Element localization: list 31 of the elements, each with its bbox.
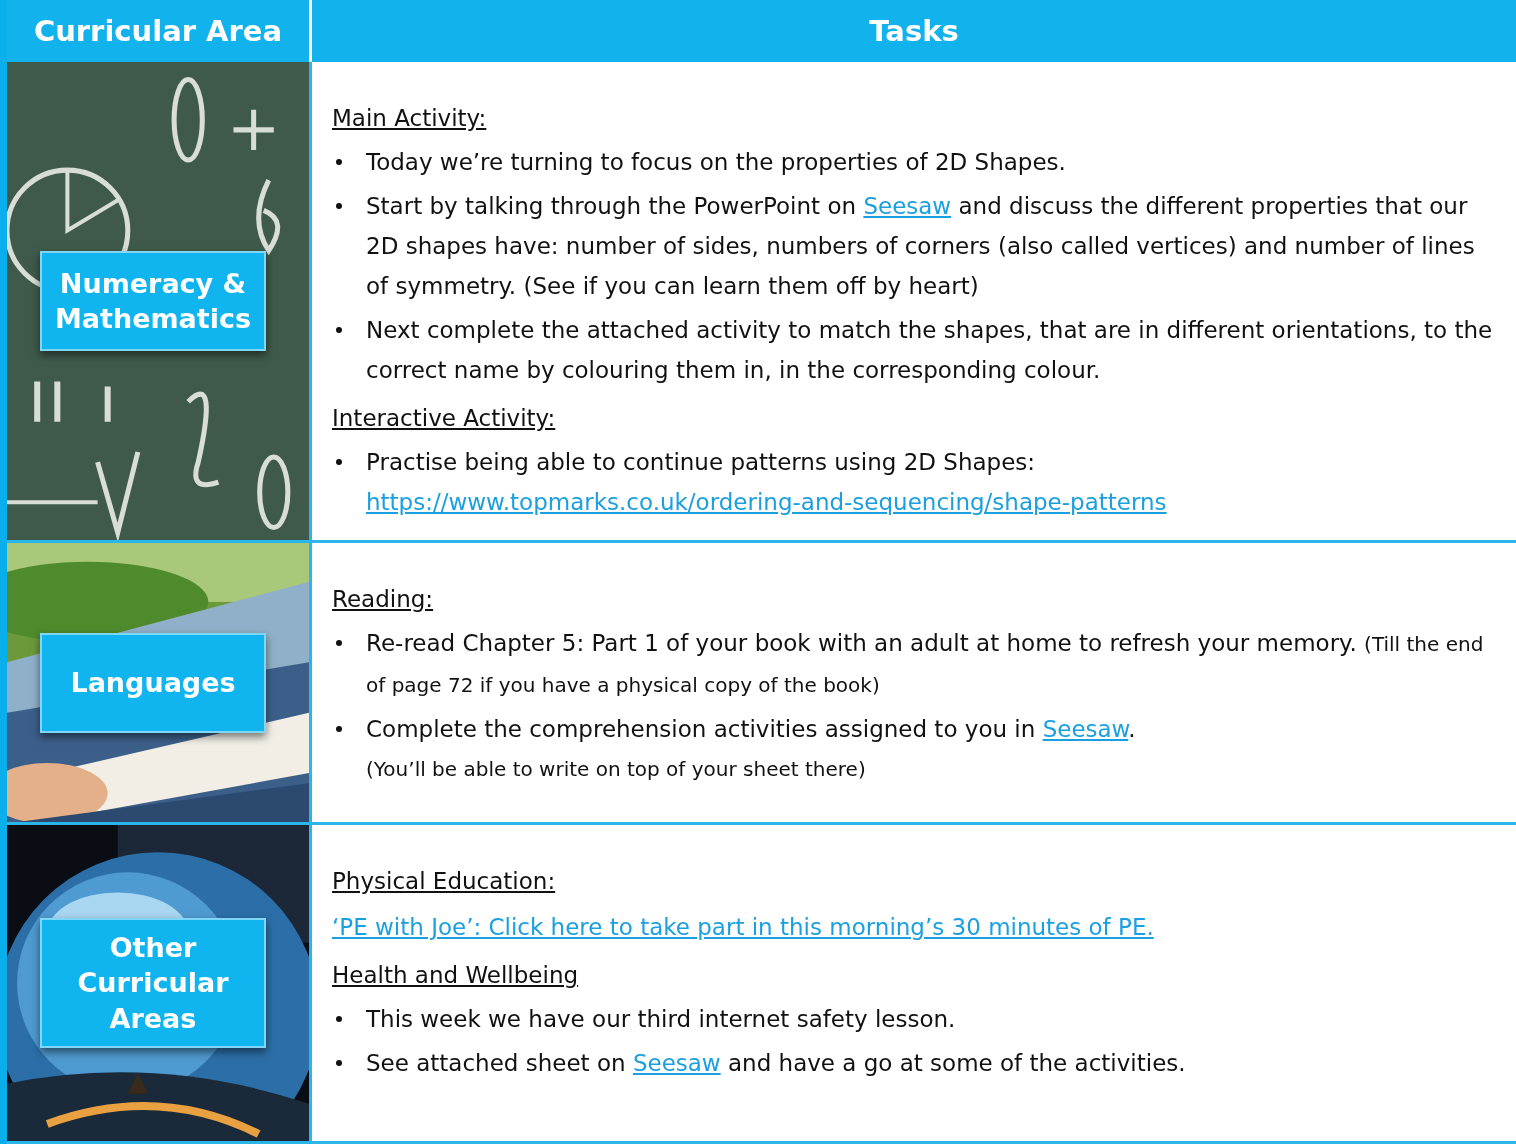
bullet-icon bbox=[336, 726, 342, 732]
bullet-text: See attached sheet on Seesaw and have a go at some of the activities. bbox=[366, 1049, 1187, 1078]
link[interactable]: https://www.topmarks.co.uk/ordering-and-sequencing/shape-patterns bbox=[366, 482, 1167, 522]
bullet-text: Complete the comprehension activities assigned to you in Seesaw. (You’ll be able to write on top of your sheet there) bbox=[366, 715, 1137, 783]
bullet-text: Re-read Chapter 5: Part 1 of your book with an adult at home to refresh your memory. (Till the end of page 72 if you have a physical copy of the book) bbox=[366, 629, 1485, 699]
bullet-text: Start by talking through the PowerPoint on Seesaw and discuss the different properties that our 2D shapes have: number of sides, numbers of corners (also called vertices) and number of lines of symmetry. (See if you can learn them off by heart) bbox=[366, 192, 1476, 301]
area-label: Numeracy & Mathematics bbox=[40, 251, 266, 351]
bullet-text: Today we’re turning to focus on the properties of 2D Shapes. bbox=[366, 148, 1067, 177]
area-label: Other Curricular Areas bbox=[40, 918, 266, 1048]
bullet-icon bbox=[336, 640, 342, 646]
section-heading: Interactive Activity: bbox=[332, 404, 556, 433]
bullet-icon bbox=[336, 459, 342, 465]
bullet-icon bbox=[336, 1016, 342, 1022]
bullet-text: This week we have our third internet safety lesson. bbox=[366, 1005, 957, 1034]
link[interactable]: Seesaw bbox=[632, 1050, 721, 1076]
bullet-icon bbox=[336, 203, 342, 209]
column-header: Tasks bbox=[309, 0, 1516, 62]
link[interactable]: Seesaw bbox=[1042, 716, 1129, 742]
section-heading: Main Activity: bbox=[332, 104, 487, 133]
bullet-icon bbox=[336, 159, 342, 165]
area-label: Languages bbox=[40, 632, 266, 733]
column-header: Curricular Area bbox=[7, 0, 309, 62]
bullet-icon bbox=[336, 327, 342, 333]
section-heading: Health and Wellbeing bbox=[332, 961, 579, 990]
section-heading: Reading: bbox=[332, 585, 434, 614]
bullet-icon bbox=[336, 1060, 342, 1066]
link[interactable]: Seesaw bbox=[863, 193, 952, 219]
link[interactable]: ‘PE with Joe’: Click here to take part in this morning’s 30 minutes of PE. bbox=[332, 914, 1154, 940]
bullet-text: Next complete the attached activity to match the shapes, that are in different orientations, to the correct name by colouring them in, in the corresponding colour. bbox=[366, 316, 1494, 385]
bullet-text: Practise being able to continue patterns using 2D Shapes: https://www.topmarks.co.uk/ordering-and-sequencing/shape-patterns bbox=[366, 442, 1496, 522]
section-heading: Physical Education: bbox=[332, 867, 556, 896]
